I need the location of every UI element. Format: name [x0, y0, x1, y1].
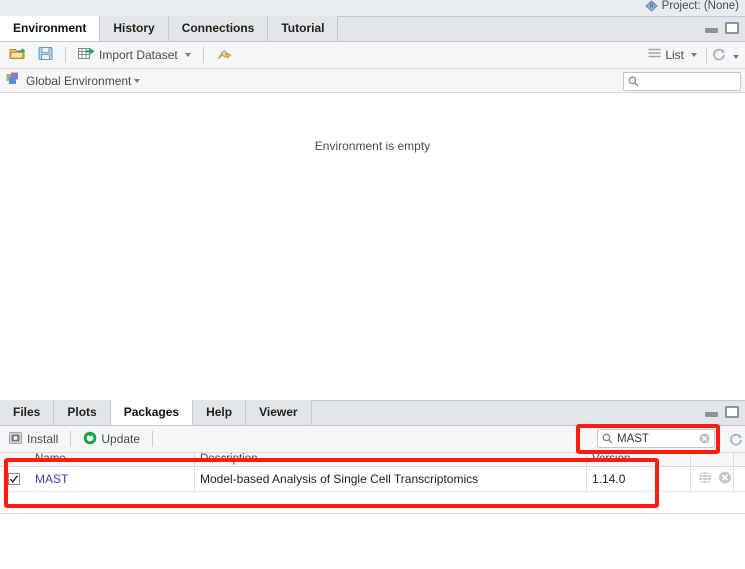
minimize-pane-icon[interactable]: [705, 408, 718, 417]
tab-tutorial[interactable]: Tutorial: [268, 16, 339, 41]
toolbar-separator-3: [706, 47, 707, 63]
table-empty-area: [0, 492, 745, 514]
toolbar-separator-3: [718, 431, 719, 447]
package-version: 1.14.0: [592, 472, 626, 486]
open-workspace-button[interactable]: [5, 44, 30, 66]
open-folder-icon: [9, 46, 26, 64]
install-button[interactable]: Install: [5, 429, 62, 450]
search-icon: [628, 76, 639, 87]
global-toolbar: R Project: (None): [0, 0, 745, 17]
maximize-pane-icon[interactable]: [725, 406, 739, 418]
save-workspace-button[interactable]: [34, 44, 57, 66]
packages-pane: Files Plots Packages Help Viewer Install…: [0, 400, 745, 569]
chevron-down-icon[interactable]: [134, 78, 141, 83]
refresh-environment-button[interactable]: [708, 46, 743, 67]
environment-toolbar: Import Dataset List: [0, 42, 745, 69]
toolbar-separator-1: [70, 431, 72, 447]
toolbar-separator-2: [152, 431, 154, 447]
view-mode-button[interactable]: List: [644, 46, 701, 64]
packages-search-input[interactable]: [617, 432, 695, 445]
package-loaded-checkbox[interactable]: [8, 473, 20, 485]
packages-search-box[interactable]: [597, 429, 715, 448]
column-divider: [690, 453, 691, 467]
tab-packages[interactable]: Packages: [110, 400, 194, 425]
packages-toolbar: Install Update: [0, 426, 745, 453]
column-divider: [690, 467, 691, 492]
packages-pane-controls: [705, 406, 739, 418]
save-disk-icon: [38, 46, 53, 64]
packages-tabbar: Files Plots Packages Help Viewer: [0, 400, 745, 426]
packages-table-header: Name Description Version: [0, 453, 745, 467]
globe-icon[interactable]: [698, 471, 712, 488]
toolbar-separator-1: [65, 47, 66, 63]
package-description: Model-based Analysis of Single Cell Tran…: [200, 472, 479, 486]
refresh-icon: [729, 433, 743, 450]
column-header-description[interactable]: Description: [200, 453, 258, 465]
import-dataset-icon: [78, 46, 95, 64]
column-header-name[interactable]: Name: [35, 453, 66, 465]
environment-body: Environment is empty: [0, 94, 745, 400]
table-row[interactable]: MAST Model-based Analysis of Single Cell…: [0, 467, 745, 492]
chevron-down-icon[interactable]: [733, 54, 739, 59]
column-divider: [194, 467, 195, 492]
environment-pane-controls: [705, 22, 739, 34]
tab-viewer[interactable]: Viewer: [246, 400, 312, 425]
list-view-icon: [648, 48, 661, 62]
refresh-packages-button[interactable]: [725, 431, 745, 452]
maximize-pane-icon[interactable]: [725, 22, 739, 34]
environment-tabbar: Environment History Connections Tutorial: [0, 16, 745, 42]
tab-connections[interactable]: Connections: [168, 16, 269, 41]
environment-search-box[interactable]: [623, 72, 741, 91]
update-button[interactable]: Update: [79, 429, 144, 450]
environment-scope-bar: Global Environment: [0, 69, 745, 93]
refresh-icon: [712, 48, 726, 65]
r-project-icon: R: [644, 0, 658, 12]
import-dataset-button[interactable]: Import Dataset: [74, 44, 195, 66]
column-header-version[interactable]: Version: [592, 453, 630, 465]
environment-empty-message: Environment is empty: [314, 139, 431, 153]
tabbar-spacer: [338, 16, 745, 41]
tab-history[interactable]: History: [100, 16, 169, 41]
column-divider: [733, 467, 734, 492]
install-label: Install: [27, 432, 59, 446]
tabbar-spacer: [312, 400, 745, 425]
environment-pane: Environment History Connections Tutorial: [0, 16, 745, 400]
tab-files[interactable]: Files: [0, 400, 55, 425]
global-environment-icon: [6, 72, 21, 89]
column-divider: [733, 453, 734, 467]
column-divider: [194, 453, 195, 467]
install-icon: [9, 431, 23, 448]
tab-plots[interactable]: Plots: [54, 400, 111, 425]
global-environment-label: Global Environment: [26, 73, 132, 88]
project-label: Project: (None): [661, 0, 739, 12]
update-label: Update: [101, 432, 141, 446]
import-dataset-label: Import Dataset: [99, 48, 178, 62]
package-row-actions: [698, 471, 732, 488]
column-divider: [586, 453, 587, 467]
environment-search-input[interactable]: [643, 75, 736, 88]
svg-text:R: R: [649, 4, 654, 10]
remove-package-icon[interactable]: [718, 471, 732, 488]
package-name-link[interactable]: MAST: [35, 472, 68, 486]
chevron-down-icon[interactable]: [691, 53, 697, 57]
column-divider: [586, 467, 587, 492]
minimize-pane-icon[interactable]: [705, 24, 718, 33]
chevron-down-icon[interactable]: [184, 53, 191, 57]
update-icon: [83, 431, 97, 448]
clear-workspace-button[interactable]: [212, 44, 236, 66]
toolbar-separator-2: [202, 47, 204, 63]
view-mode-label: List: [665, 48, 684, 62]
tab-environment[interactable]: Environment: [0, 16, 101, 41]
search-icon: [602, 433, 613, 444]
broom-icon: [216, 46, 232, 64]
project-menu[interactable]: R Project: (None): [644, 0, 739, 12]
tab-help[interactable]: Help: [193, 400, 247, 425]
clear-icon[interactable]: [699, 433, 710, 444]
rstudio-window: R Project: (None) Environment History Co…: [0, 0, 745, 569]
